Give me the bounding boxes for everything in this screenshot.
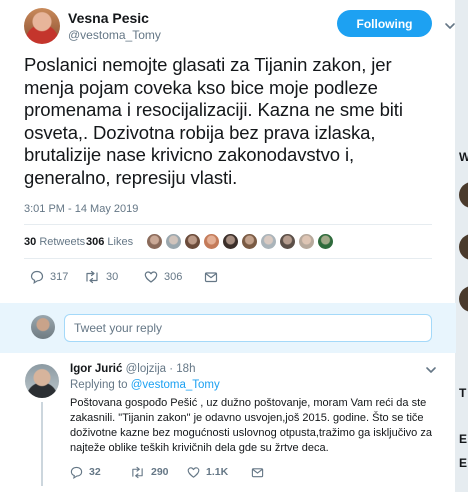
likes-count: 306 <box>86 236 105 248</box>
reply-text-line: doživotne kazne bez mogućnosti uslovnog … <box>70 427 432 439</box>
author-avatar[interactable] <box>24 8 60 44</box>
author-name[interactable]: Vesna Pesic <box>68 10 149 26</box>
retweets-count: 30 <box>24 236 37 248</box>
retweet-icon <box>86 270 98 284</box>
reply-input-placeholder: Tweet your reply <box>74 321 163 335</box>
reply-icon <box>30 270 44 284</box>
retweet-icon <box>132 466 143 478</box>
reply-tweet[interactable]: Igor Jurić @lojzija · 18h Replying to @v… <box>0 354 456 492</box>
reply-action[interactable]: 32 <box>70 464 101 480</box>
reply-text: Poštovana gospođo Pešić , uz dužno pošto… <box>70 396 440 456</box>
liker-avatar[interactable] <box>279 233 296 250</box>
background-letter: E <box>459 432 468 446</box>
tweet-modal-page: W T E E Vesna Pesic @vestoma_Tomy Follow… <box>0 0 468 492</box>
liker-avatar[interactable] <box>184 233 201 250</box>
liker-avatar[interactable] <box>241 233 258 250</box>
replying-to: Replying to @vestoma_Tomy <box>70 379 220 391</box>
current-user-avatar[interactable] <box>31 315 55 339</box>
tweet-header: Vesna Pesic @vestoma_Tomy Following <box>24 8 455 46</box>
retweet-action[interactable]: 290 <box>130 464 169 480</box>
heart-icon <box>144 271 158 283</box>
reply-count: 317 <box>50 271 69 283</box>
liker-avatar[interactable] <box>222 233 239 250</box>
heart-icon <box>187 466 200 478</box>
reply-input[interactable]: Tweet your reply <box>64 314 432 342</box>
liker-avatar[interactable] <box>203 233 220 250</box>
tweet-stats: 30 Retweets 306 Likes <box>24 231 444 253</box>
background-letter: W <box>459 150 468 164</box>
background-letter: E <box>459 456 468 470</box>
envelope-icon <box>251 467 264 477</box>
direct-message-action[interactable] <box>251 464 264 480</box>
like-action[interactable]: 1.1K <box>187 464 228 480</box>
reply-actions: 32 290 1.1K <box>70 464 430 480</box>
direct-message-action[interactable] <box>204 268 218 286</box>
reply-author-line: Igor Jurić @lojzija · 18h <box>70 363 195 375</box>
likes-stat[interactable]: 306 Likes <box>86 236 133 248</box>
reply-author-handle[interactable]: @lojzija <box>126 363 166 375</box>
thread-line <box>41 402 43 486</box>
like-count: 306 <box>164 271 183 283</box>
reply-icon <box>70 466 83 479</box>
retweet-count: 30 <box>106 271 119 283</box>
tweet-timestamp[interactable]: 3:01 PM - 14 May 2019 <box>24 203 138 215</box>
tweet-text: Poslanici nemojte glasati za Tijanin zak… <box>24 54 403 188</box>
chevron-down-icon[interactable] <box>444 20 456 32</box>
divider <box>24 224 432 225</box>
like-action[interactable]: 306 <box>144 268 182 286</box>
reply-time[interactable]: · 18h <box>169 363 195 375</box>
following-button[interactable]: Following <box>337 10 432 37</box>
liker-avatar[interactable] <box>165 233 182 250</box>
retweets-stat[interactable]: 30 Retweets <box>24 236 85 248</box>
liker-avatar[interactable] <box>298 233 315 250</box>
reply-action[interactable]: 317 <box>30 268 68 286</box>
reply-reply-count: 32 <box>89 466 101 478</box>
replying-to-link[interactable]: @vestoma_Tomy <box>131 379 220 391</box>
tweet-actions: 317 30 306 <box>24 268 444 286</box>
liker-avatar[interactable] <box>260 233 277 250</box>
reply-composer: Tweet your reply <box>0 303 456 353</box>
tweet-detail-card: Vesna Pesic @vestoma_Tomy Following Posl… <box>0 0 456 492</box>
background-letter: T <box>459 386 467 400</box>
reply-text-line: zakasnili. "Tijanin zakon" je odavno usv… <box>70 412 424 424</box>
retweets-label: Retweets <box>39 236 86 248</box>
reply-text-line: najteže oblike teških krivičnih dela gde… <box>70 442 329 454</box>
author-handle[interactable]: @vestoma_Tomy <box>68 28 161 42</box>
reply-text-line: Poštovana gospođo Pešić , uz dužno pošto… <box>70 397 427 409</box>
liker-avatar[interactable] <box>146 233 163 250</box>
reply-author-avatar[interactable] <box>25 364 59 398</box>
reply-retweet-count: 290 <box>151 466 169 478</box>
chevron-down-icon[interactable] <box>425 364 437 376</box>
liker-avatar[interactable] <box>317 233 334 250</box>
divider <box>24 258 432 259</box>
reply-author-name[interactable]: Igor Jurić <box>70 363 122 375</box>
likes-label: Likes <box>107 236 134 248</box>
replying-to-prefix: Replying to <box>70 379 128 391</box>
reply-like-count: 1.1K <box>206 466 229 478</box>
retweet-action[interactable]: 30 <box>84 268 118 286</box>
envelope-icon <box>204 272 218 283</box>
